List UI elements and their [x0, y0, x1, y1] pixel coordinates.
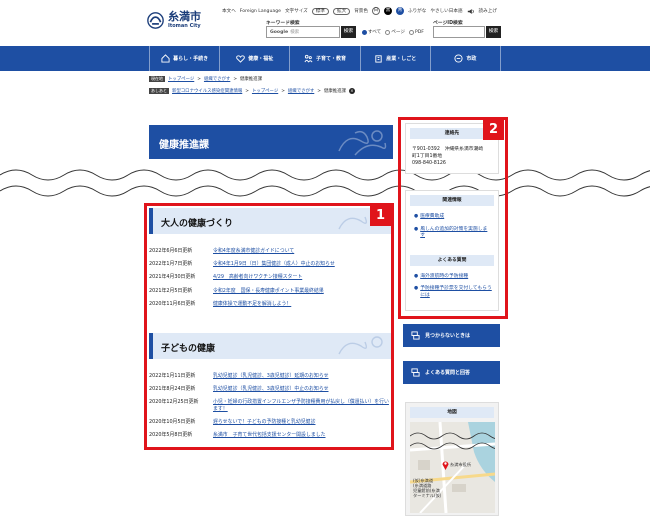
building-icon — [375, 55, 382, 63]
keyword-search-placeholder: 検索 — [290, 30, 300, 35]
family-icon — [304, 54, 313, 63]
chat-bubbles-icon — [411, 368, 420, 377]
page-break-wave — [0, 169, 650, 197]
furigana-link[interactable]: ふりがな — [408, 8, 426, 14]
map-city-hall-label: 糸満市役所 — [450, 462, 471, 467]
breadcrumb-sep: > — [317, 88, 321, 94]
nav-living[interactable]: 暮らし・手続き — [149, 46, 219, 71]
breadcrumb-link[interactable]: 組織でさがす — [288, 88, 314, 94]
map-terminal-label: (仮)糸満道 (糸満道路 児童館前)糸満 ターミナル(仮) — [413, 478, 442, 498]
map-pin-icon[interactable] — [442, 460, 449, 470]
highlight-badge-1: 1 — [370, 205, 391, 226]
page-id-search-label: ページID検索 — [433, 21, 463, 26]
radio-all-label: すべて — [368, 30, 382, 35]
breadcrumb-link[interactable]: トップページ — [168, 76, 194, 82]
font-standard-button[interactable]: 標準 — [311, 7, 329, 15]
house-icon — [161, 54, 170, 63]
utility-bar: 本文へ Foreign Language 文字サイズ 標準 拡大 背景色 白 黒… — [222, 7, 497, 15]
easy-japanese-link[interactable]: やさしい日本語 — [430, 8, 462, 14]
search-scope-radios: すべて ページ PDF — [362, 29, 424, 35]
map-graphic — [410, 422, 495, 513]
breadcrumb-link[interactable]: 新型コロナウイルス感染症関連情報 — [172, 88, 242, 94]
keyword-search-input[interactable]: Google 検索 — [266, 26, 340, 38]
nav-childcare[interactable]: 子育て・教育 — [289, 46, 359, 71]
city-emblem-icon — [147, 11, 164, 29]
bg-blue-button[interactable]: 青 — [395, 7, 404, 15]
highlight-box-2 — [398, 117, 508, 319]
global-nav: 暮らし・手続き 健康・福祉 子育て・教育 産業・しごと 市政 — [0, 46, 650, 71]
page-id-search-button[interactable]: 検索 — [486, 26, 501, 38]
font-large-button[interactable]: 拡大 — [332, 7, 351, 15]
clear-footprint-button[interactable]: × — [348, 88, 355, 94]
logo-japanese: 糸満市 — [168, 10, 201, 23]
breadcrumb: 現在地 トップページ > 組織でさがす > 健康推進課 — [149, 76, 262, 82]
nav-label: 暮らし・手続き — [173, 56, 209, 62]
radio-page-dot — [385, 29, 391, 35]
nav-label: 市政 — [466, 56, 477, 62]
radio-pdf-label: PDF — [414, 29, 424, 35]
breadcrumb-tag: 現在地 — [149, 76, 165, 82]
breadcrumb-sep: > — [281, 88, 285, 94]
breadcrumb-sep: > — [233, 76, 237, 82]
bg-color-label: 背景色 — [354, 9, 368, 14]
breadcrumb-current: 健康推進課 — [323, 89, 346, 94]
map-heading: 地図 — [410, 407, 494, 418]
google-label: Google — [270, 29, 289, 35]
radio-pdf-dot — [408, 29, 414, 35]
breadcrumb-link[interactable]: トップページ — [252, 88, 278, 94]
radio-page-label: ページ — [391, 30, 405, 35]
breadcrumb-sep: > — [245, 88, 249, 94]
skip-to-content-link[interactable]: 本文へ — [222, 8, 236, 14]
heart-icon — [236, 55, 246, 63]
breadcrumb-tag: あしあと — [149, 88, 169, 94]
font-size-label: 文字サイズ — [284, 9, 308, 14]
radio-all[interactable]: すべて — [362, 29, 381, 35]
bg-white-button[interactable]: 白 — [371, 7, 380, 15]
breadcrumb-current: 健康推進課 — [240, 77, 262, 82]
highlight-box-1 — [144, 203, 394, 450]
site-header: 糸満市 Itoman City 本文へ Foreign Language 文字サ… — [0, 0, 650, 46]
page-title: 健康推進課 — [149, 125, 393, 159]
breadcrumb-link[interactable]: 組織でさがす — [204, 76, 230, 82]
not-found-label: 見つからないときは — [425, 333, 471, 339]
wave-pattern-icon — [338, 130, 387, 156]
highlight-badge-2: 2 — [483, 119, 504, 140]
nav-city-govt[interactable]: 市政 — [429, 46, 502, 71]
site-logo[interactable]: 糸満市 Itoman City — [147, 11, 201, 29]
page-title-text: 健康推進課 — [159, 140, 209, 151]
nav-health[interactable]: 健康・福祉 — [219, 46, 289, 71]
radio-pdf[interactable]: PDF — [408, 29, 424, 35]
map-view[interactable]: 糸満市役所 (仮)糸満道 (糸満道路 児童館前)糸満 ターミナル(仮) — [410, 422, 495, 513]
radio-all-dot — [362, 29, 367, 35]
bg-black-button[interactable]: 黒 — [383, 7, 392, 15]
nav-label: 健康・福祉 — [248, 56, 274, 62]
nav-label: 産業・しごと — [386, 56, 417, 62]
page-id-input[interactable] — [433, 26, 485, 38]
not-found-button[interactable]: 見つからないときは — [403, 324, 500, 347]
foreign-language-link[interactable]: Foreign Language — [240, 9, 281, 14]
city-hall-icon — [454, 54, 463, 63]
logo-english: Itoman City — [168, 23, 201, 29]
read-aloud-link[interactable]: 読み上げ — [479, 8, 497, 14]
chat-bubbles-icon — [411, 331, 420, 340]
keyword-search-button[interactable]: 検索 — [341, 26, 356, 38]
breadcrumb-sep: > — [197, 76, 201, 82]
footprint-breadcrumb: あしあと 新型コロナウイルス感染症関連情報 > トップページ > 組織でさがす > 健… — [149, 88, 355, 94]
speaker-icon[interactable] — [467, 8, 475, 15]
faq-answers-button[interactable]: よくある質問と回答 — [403, 361, 500, 384]
nav-industry[interactable]: 産業・しごと — [359, 46, 430, 71]
faq-answers-label: よくある質問と回答 — [425, 370, 471, 376]
keyword-search-label: キーワード検索 — [266, 21, 300, 26]
radio-page[interactable]: ページ — [385, 29, 405, 35]
map-card: 地図 糸満市役所 (仮)糸満道 (糸満道路 児童館前)糸満 ターミナル(仮) — [405, 402, 499, 516]
nav-label: 子育て・教育 — [316, 56, 347, 62]
